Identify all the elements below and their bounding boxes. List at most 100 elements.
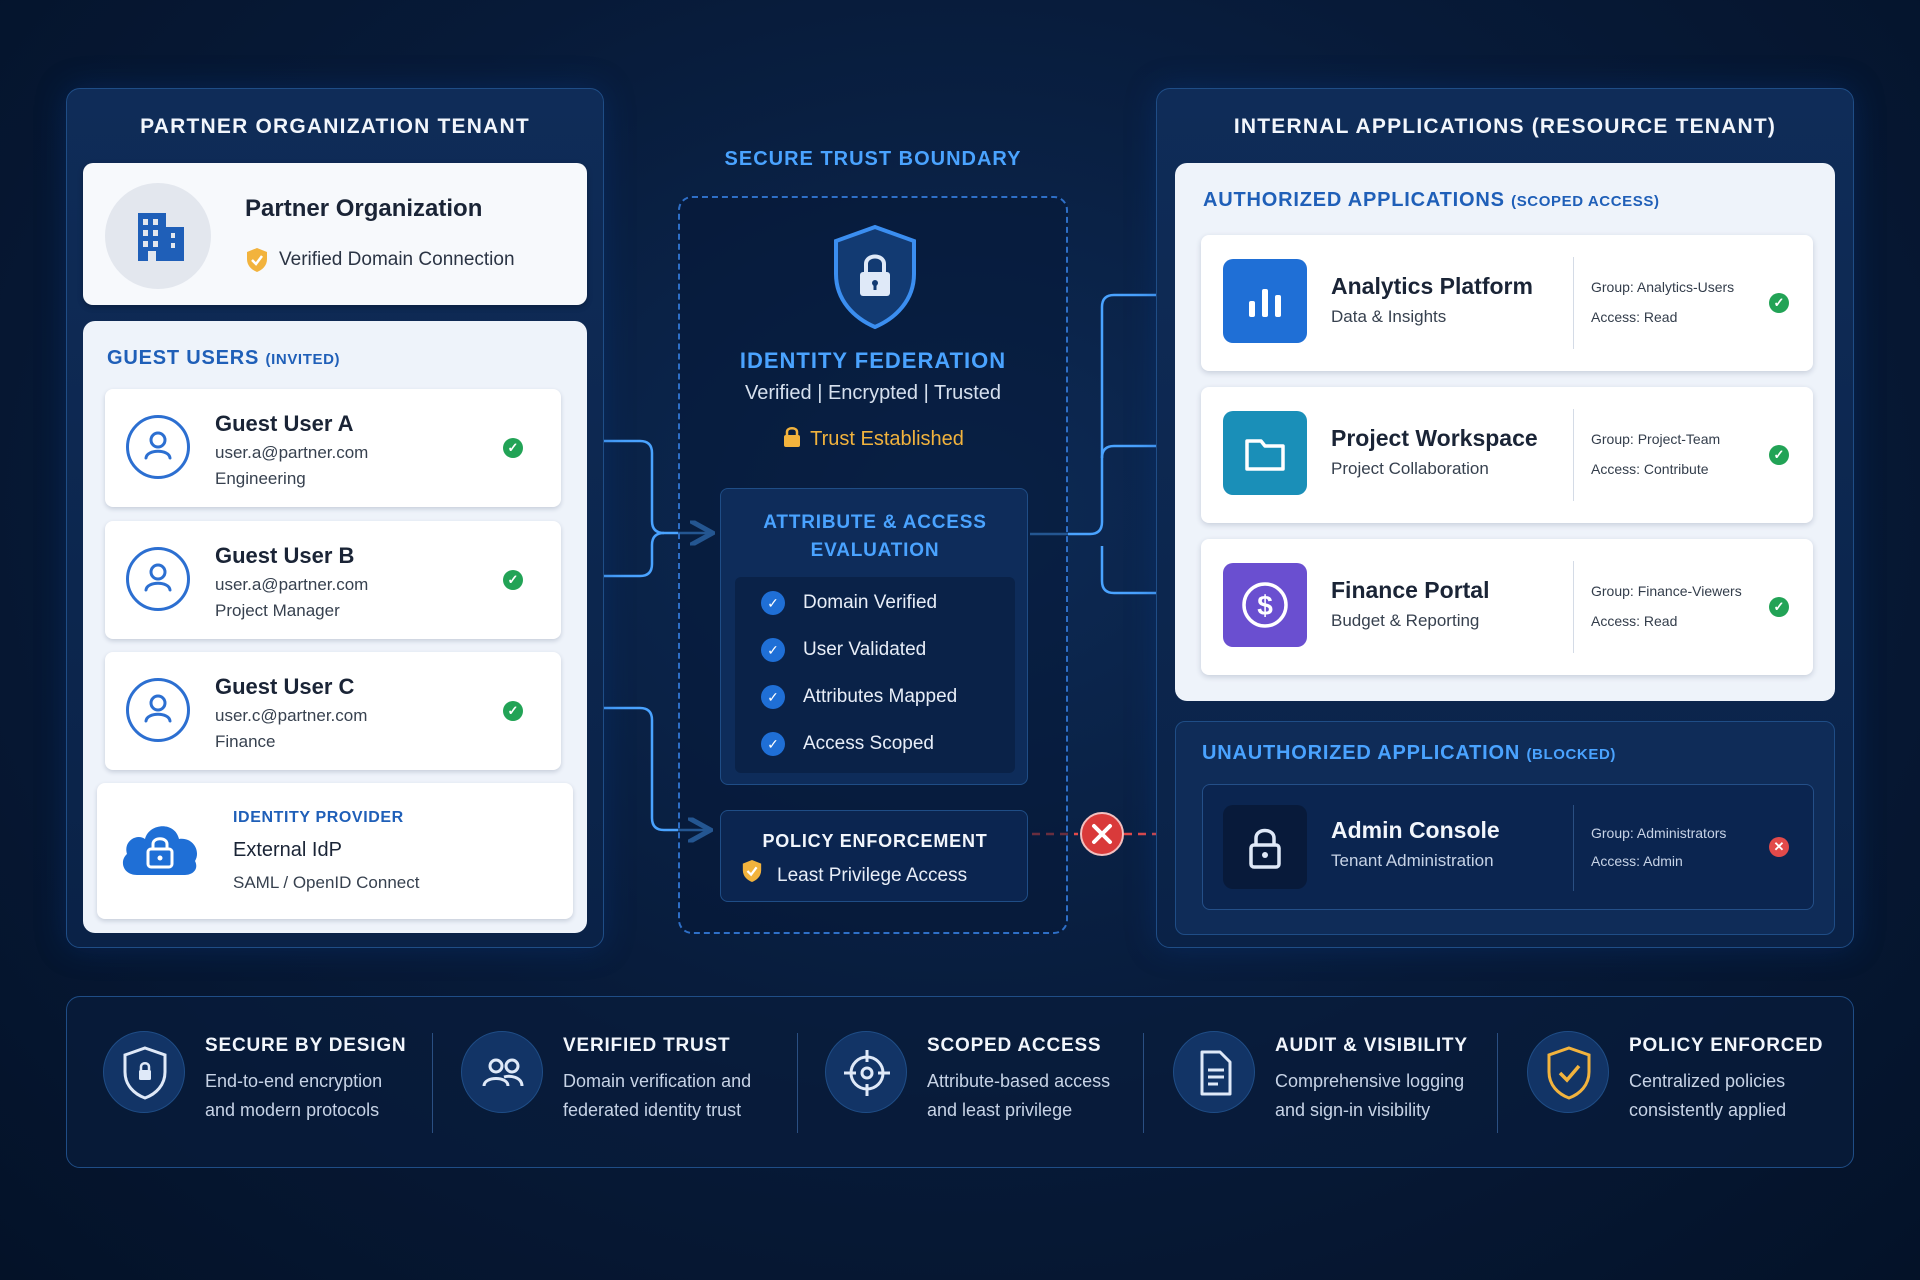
app-access: Access: Read <box>1591 613 1678 629</box>
guest-user-name: Guest User C <box>215 674 355 699</box>
divider <box>1573 805 1574 891</box>
authorized-apps-panel: AUTHORIZED APPLICATIONS (SCOPED ACCESS) … <box>1175 163 1835 701</box>
guest-user-role: Project Manager <box>215 601 340 620</box>
evaluation-title: ATTRIBUTE & ACCESS EVALUATION <box>763 512 987 561</box>
app-name: Finance Portal <box>1331 577 1490 603</box>
evaluation-checklist: ✓ Domain Verified ✓ User Validated ✓ Attrib… <box>735 577 1015 773</box>
guest-user-name: Guest User A <box>215 411 354 436</box>
feature-title: POLICY ENFORCED <box>1629 1035 1824 1056</box>
guest-user-email: user.a@partner.com <box>215 575 369 594</box>
check-circle-icon: ✓ <box>761 591 785 615</box>
app-name: Admin Console <box>1331 817 1500 843</box>
evaluation-box: ATTRIBUTE & ACCESS EVALUATION ✓ Domain Ve… <box>720 488 1028 785</box>
document-icon <box>1173 1031 1255 1113</box>
feature-title: VERIFIED TRUST <box>563 1035 731 1056</box>
app-subtitle: Budget & Reporting <box>1331 611 1480 630</box>
resource-tenant-title: INTERNAL APPLICATIONS (RESOURCE TENANT) <box>1233 115 1777 138</box>
guest-user-card-c[interactable]: Guest User C user.c@partner.com Finance … <box>105 652 561 770</box>
resource-tenant-panel: INTERNAL APPLICATIONS (RESOURCE TENANT) … <box>1156 88 1854 948</box>
divider <box>1573 257 1574 349</box>
app-name: Project Workspace <box>1331 425 1538 451</box>
feature-line: End-to-end encryption <box>205 1071 383 1091</box>
feature-line: and least privilege <box>927 1100 1073 1120</box>
unauthorized-apps-title: UNAUTHORIZED APPLICATION (BLOCKED) <box>1202 742 1616 764</box>
check-icon: ✓ <box>503 438 523 458</box>
authorized-apps-title: AUTHORIZED APPLICATIONS (SCOPED ACCESS) <box>1203 189 1660 211</box>
check-icon: ✓ <box>503 570 523 590</box>
idp-label: IDENTITY PROVIDER <box>233 809 404 826</box>
boundary-title: SECURE TRUST BOUNDARY <box>724 148 1022 170</box>
feature-title: AUDIT & VISIBILITY <box>1275 1035 1468 1056</box>
guest-user-email: user.a@partner.com <box>215 443 369 462</box>
guest-users-panel: GUEST USERS (INVITED) Guest User A user.… <box>83 321 587 933</box>
app-card-project[interactable]: Project Workspace Project Collaboration … <box>1201 387 1813 523</box>
svg-text:$: $ <box>1257 590 1273 621</box>
app-group: Group: Project-Team <box>1591 431 1721 447</box>
shield-badge-icon <box>245 247 269 273</box>
feature-line: and modern protocols <box>205 1100 380 1120</box>
shield-badge-icon <box>741 859 763 883</box>
trust-status: Trust Established <box>678 426 1068 451</box>
app-access: Access: Admin <box>1591 853 1683 869</box>
feature-line: Domain verification and <box>563 1071 752 1091</box>
guest-user-card-a[interactable]: Guest User A user.a@partner.com Engineer… <box>105 389 561 507</box>
app-access: Access: Contribute <box>1591 461 1709 477</box>
feature-title: SECURE BY DESIGN <box>205 1035 407 1056</box>
app-card-finance[interactable]: $ Finance Portal Budget & Reporting Grou… <box>1201 539 1813 675</box>
user-icon <box>126 547 190 611</box>
identity-provider-card[interactable]: IDENTITY PROVIDER External IdP SAML / Op… <box>97 783 573 919</box>
guest-users-title: GUEST USERS (INVITED) <box>107 347 341 369</box>
padlock-icon <box>784 427 801 447</box>
building-icon <box>105 183 211 289</box>
feature-line: federated identity trust <box>563 1100 742 1120</box>
feature-line: Attribute-based access <box>927 1071 1111 1091</box>
shield-check-icon <box>1527 1031 1609 1113</box>
app-group: Group: Administrators <box>1591 825 1727 841</box>
partner-tenant-title: PARTNER ORGANIZATION TENANT <box>140 115 530 138</box>
guest-user-name: Guest User B <box>215 543 355 568</box>
policy-title: POLICY ENFORCEMENT <box>762 831 988 851</box>
feature-line: Centralized policies <box>1629 1071 1786 1091</box>
app-subtitle: Data & Insights <box>1331 307 1447 326</box>
guest-user-role: Engineering <box>215 469 306 488</box>
user-icon <box>126 415 190 479</box>
partner-tenant-panel: PARTNER ORGANIZATION TENANT Partner Orga… <box>66 88 604 948</box>
dollar-icon: $ <box>1223 563 1307 647</box>
partner-org-name: Partner Organization <box>245 195 483 222</box>
policy-subtitle: Least Privilege Access <box>777 865 968 886</box>
check-icon: ✓ <box>1769 293 1789 313</box>
app-card-analytics[interactable]: Analytics Platform Data & Insights Group… <box>1201 235 1813 371</box>
users-icon <box>461 1031 543 1113</box>
bar-chart-icon <box>1223 259 1307 343</box>
feature-title: SCOPED ACCESS <box>927 1035 1102 1056</box>
partner-org-status: Verified Domain Connection <box>279 249 515 270</box>
divider <box>1573 409 1574 501</box>
check-icon: ✓ <box>503 701 523 721</box>
divider <box>1497 1033 1498 1133</box>
user-icon <box>126 678 190 742</box>
app-access: Access: Read <box>1591 309 1678 325</box>
trust-status-text: Trust Established <box>810 428 964 450</box>
app-subtitle: Tenant Administration <box>1331 851 1494 870</box>
divider <box>1143 1033 1144 1133</box>
shield-lock-icon <box>830 224 920 330</box>
app-card-admin-console[interactable]: Admin Console Tenant Administration Grou… <box>1202 784 1814 910</box>
partner-org-card[interactable]: Partner Organization Verified Domain Con… <box>83 163 587 305</box>
policy-enforcement-box: POLICY ENFORCEMENT Least Privilege Acces… <box>720 810 1028 902</box>
app-subtitle: Project Collaboration <box>1331 459 1489 478</box>
check-icon: ✓ <box>1769 445 1789 465</box>
app-group: Group: Analytics-Users <box>1591 279 1735 295</box>
check-icon: ✓ <box>1769 597 1789 617</box>
feature-line: consistently applied <box>1629 1100 1787 1120</box>
check-circle-icon: ✓ <box>761 638 785 662</box>
target-icon <box>825 1031 907 1113</box>
idp-name: External IdP <box>233 839 342 861</box>
idp-protocols: SAML / OpenID Connect <box>233 873 420 892</box>
shield-lock-icon <box>103 1031 185 1113</box>
guest-user-card-b[interactable]: Guest User B user.a@partner.com Project … <box>105 521 561 639</box>
app-group: Group: Finance-Viewers <box>1591 583 1742 599</box>
check-circle-icon: ✓ <box>761 732 785 756</box>
lock-icon <box>1223 805 1307 889</box>
divider <box>1573 561 1574 653</box>
feature-line: Comprehensive logging <box>1275 1071 1465 1091</box>
